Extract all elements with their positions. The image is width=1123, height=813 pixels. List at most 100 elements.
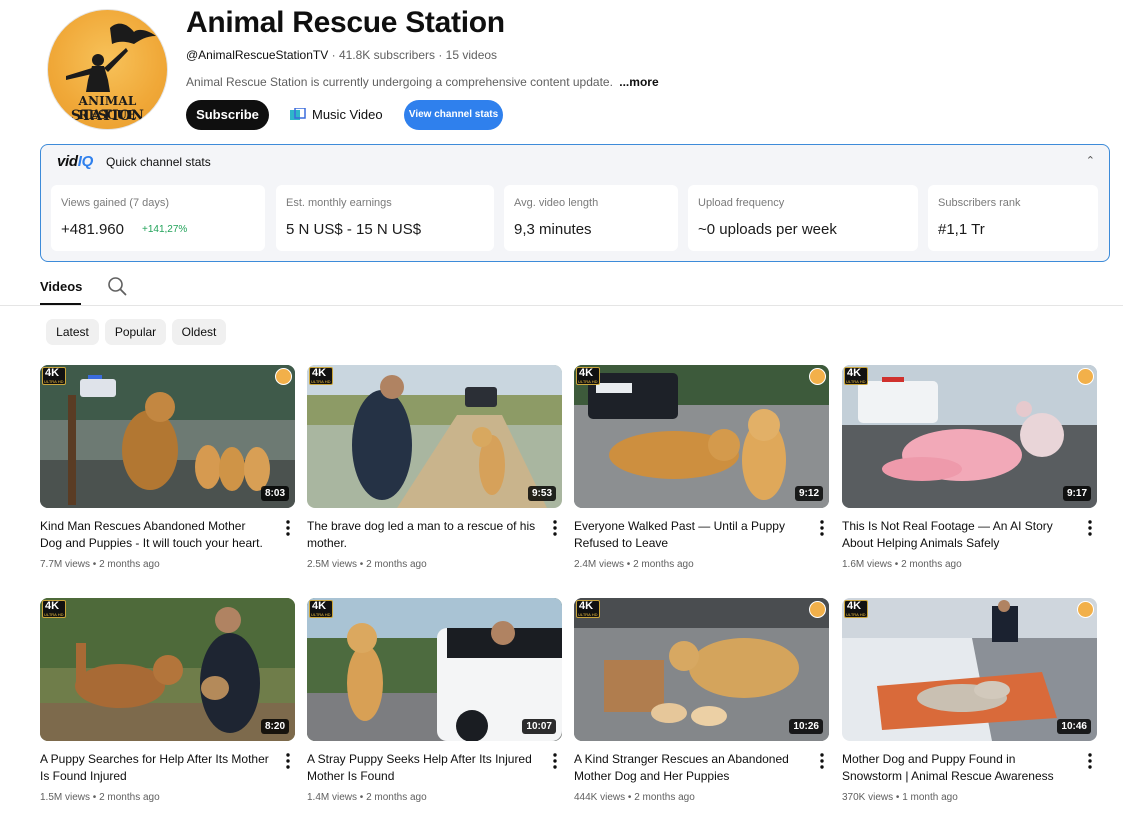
video-views: 1.6M views	[842, 559, 893, 570]
chip-popular[interactable]: Popular	[105, 319, 166, 345]
channel-watermark-icon	[1077, 601, 1094, 618]
video-views: 1.5M views	[40, 792, 91, 803]
chip-oldest[interactable]: Oldest	[172, 319, 226, 345]
video-meta: 7.7M views • 2 months ago	[40, 559, 160, 570]
badge-4k-text: 4K	[312, 367, 327, 379]
video-views: 7.7M views	[40, 559, 91, 570]
video-age: 2 months ago	[901, 559, 962, 570]
stat-value: +481.960	[61, 221, 124, 238]
video-views: 1.4M views	[307, 792, 358, 803]
video-thumbnail[interactable]: 4K ULTRA HD 9:17	[842, 365, 1097, 508]
more-options-icon[interactable]	[1085, 519, 1095, 537]
video-duration: 9:53	[527, 486, 556, 501]
badge-4k-text: 4K	[312, 600, 327, 612]
music-video-link[interactable]: Music Video	[289, 107, 383, 122]
video-title[interactable]: Kind Man Rescues Abandoned Mother Dog an…	[40, 518, 270, 552]
badge-4k-text: 4K	[847, 600, 862, 612]
video-thumbnail[interactable]: 4K ULTRA HD 10:26	[574, 598, 829, 741]
video-duration: 10:46	[1057, 719, 1091, 734]
stat-value: 9,3 minutes	[514, 221, 592, 238]
more-options-icon[interactable]	[1085, 752, 1095, 770]
description-text: Animal Rescue Station is currently under…	[186, 75, 613, 89]
more-options-icon[interactable]	[817, 752, 827, 770]
video-meta: 444K views • 2 months ago	[574, 792, 695, 803]
video-title[interactable]: Mother Dog and Puppy Found in Snowstorm …	[842, 751, 1072, 785]
music-video-icon	[290, 107, 306, 120]
video-thumbnail[interactable]: 4K ULTRA HD 10:07	[307, 598, 562, 741]
video-title[interactable]: Everyone Walked Past — Until a Puppy Ref…	[574, 518, 804, 552]
video-title[interactable]: The brave dog led a man to a rescue of h…	[307, 518, 537, 552]
video-age: 1 month ago	[902, 792, 958, 803]
channel-description: Animal Rescue Station is currently under…	[186, 75, 659, 89]
video-meta: 1.4M views • 2 months ago	[307, 792, 427, 803]
badge-uhd-text: ULTRA HD	[578, 612, 598, 617]
vidiq-logo: vidIQ	[57, 153, 93, 170]
subscribe-button[interactable]: Subscribe	[186, 100, 269, 130]
music-video-label: Music Video	[312, 107, 383, 122]
4k-badge: 4K ULTRA HD	[42, 367, 66, 385]
channel-title: Animal Rescue Station	[186, 6, 505, 39]
4k-badge: 4K ULTRA HD	[844, 600, 868, 618]
video-age: 2 months ago	[366, 559, 427, 570]
badge-4k-text: 4K	[847, 367, 862, 379]
stat-card-views-gained: Views gained (7 days) +481.960 +141,27%	[51, 185, 265, 251]
view-channel-stats-button[interactable]: View channel stats	[404, 100, 503, 130]
badge-uhd-text: ULTRA HD	[846, 379, 866, 384]
logo-text-line2: STATION	[70, 108, 145, 124]
more-options-icon[interactable]	[550, 752, 560, 770]
tab-videos[interactable]: Videos	[40, 279, 82, 294]
more-options-icon[interactable]	[550, 519, 560, 537]
stat-card-subscribers-rank: Subscribers rank #1,1 Tr	[928, 185, 1098, 251]
badge-4k-text: 4K	[45, 600, 60, 612]
video-title[interactable]: A Puppy Searches for Help After Its Moth…	[40, 751, 270, 785]
stat-value: 5 N US$ - 15 N US$	[286, 221, 422, 238]
chevron-up-icon[interactable]: ⌃	[1086, 154, 1095, 167]
badge-4k-text: 4K	[579, 367, 594, 379]
video-thumbnail[interactable]: 4K ULTRA HD 8:20	[40, 598, 295, 741]
channel-watermark-icon	[275, 368, 292, 385]
stat-label: Avg. video length	[514, 197, 599, 209]
stat-label: Views gained (7 days)	[61, 197, 170, 209]
stat-card-upload-frequency: Upload frequency ~0 uploads per week	[688, 185, 918, 251]
video-thumbnail[interactable]: 4K ULTRA HD 9:53	[307, 365, 562, 508]
video-views: 2.4M views	[574, 559, 625, 570]
channel-avatar[interactable]: ANIMAL RESCUE STATION	[47, 9, 168, 130]
thumbnail-image	[40, 598, 295, 741]
4k-badge: 4K ULTRA HD	[42, 600, 66, 618]
vidiq-panel-title: Quick channel stats	[106, 155, 211, 169]
video-duration: 10:26	[789, 719, 823, 734]
video-title[interactable]: This Is Not Real Footage — An AI Story A…	[842, 518, 1072, 552]
video-duration: 9:12	[794, 486, 823, 501]
more-options-icon[interactable]	[817, 519, 827, 537]
4k-badge: 4K ULTRA HD	[576, 367, 600, 385]
badge-4k-text: 4K	[45, 367, 60, 379]
badge-uhd-text: ULTRA HD	[44, 612, 64, 617]
stat-label: Subscribers rank	[938, 197, 1021, 209]
chip-latest[interactable]: Latest	[46, 319, 99, 345]
badge-uhd-text: ULTRA HD	[578, 379, 598, 384]
video-thumbnail[interactable]: 4K ULTRA HD 9:12	[574, 365, 829, 508]
video-age: 2 months ago	[366, 792, 427, 803]
badge-4k-text: 4K	[579, 600, 594, 612]
thumbnail-image	[574, 365, 829, 508]
video-meta: 1.5M views • 2 months ago	[40, 792, 160, 803]
video-count: 15 videos	[445, 48, 498, 62]
video-title[interactable]: A Kind Stranger Rescues an Abandoned Mot…	[574, 751, 804, 785]
4k-badge: 4K ULTRA HD	[309, 367, 333, 385]
channel-watermark-icon	[809, 601, 826, 618]
more-link[interactable]: ...more	[619, 75, 658, 89]
badge-uhd-text: ULTRA HD	[44, 379, 64, 384]
more-options-icon[interactable]	[283, 519, 293, 537]
video-age: 2 months ago	[633, 559, 694, 570]
video-views: 370K views	[842, 792, 894, 803]
video-thumbnail[interactable]: 4K ULTRA HD 10:46	[842, 598, 1097, 741]
search-icon[interactable]	[107, 276, 127, 296]
4k-badge: 4K ULTRA HD	[309, 600, 333, 618]
video-views: 444K views	[574, 792, 626, 803]
more-options-icon[interactable]	[283, 752, 293, 770]
stat-card-video-length: Avg. video length 9,3 minutes	[504, 185, 678, 251]
thumbnail-image	[842, 365, 1097, 508]
video-title[interactable]: A Stray Puppy Seeks Help After Its Injur…	[307, 751, 537, 785]
video-thumbnail[interactable]: 4K ULTRA HD 8:03	[40, 365, 295, 508]
video-duration: 8:20	[260, 719, 289, 734]
